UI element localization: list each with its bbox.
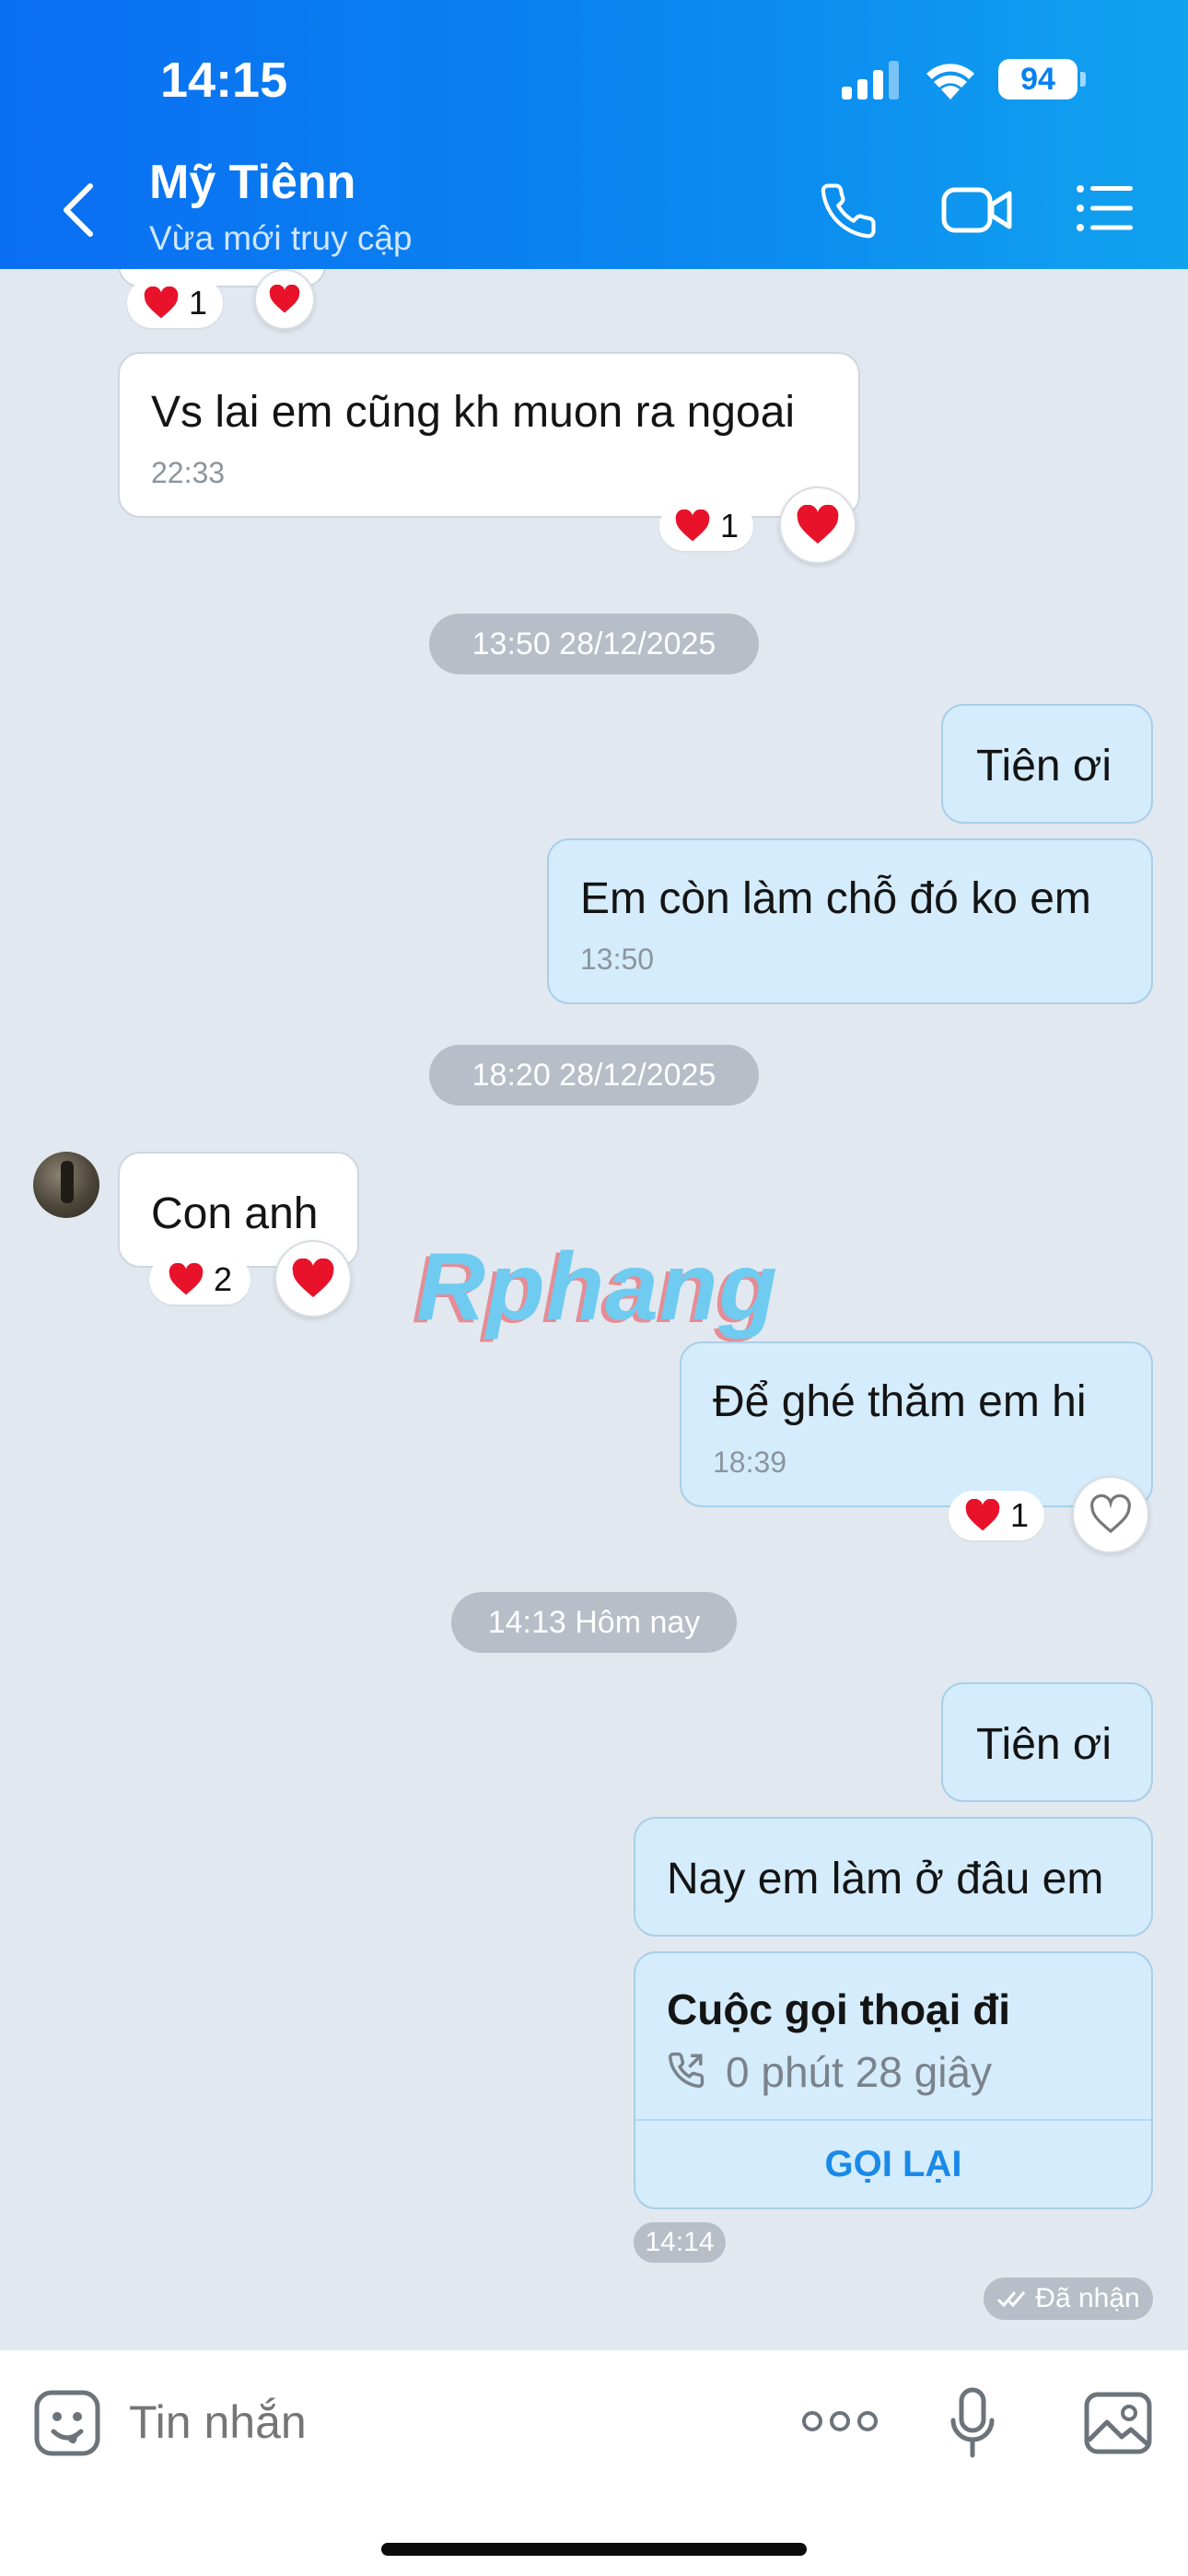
contact-status: Vừa mới truy cập xyxy=(149,219,413,257)
signal-icon xyxy=(842,61,899,100)
microphone-button[interactable] xyxy=(949,2387,996,2459)
date-separator: 13:50 28/12/2025 xyxy=(429,614,759,674)
reaction-summary[interactable]: 1 xyxy=(659,501,753,551)
outgoing-message[interactable]: Để ghé thăm em hi 18:39 xyxy=(680,1341,1153,1507)
call-duration: 0 phút 28 giây xyxy=(726,2048,993,2096)
heart-icon xyxy=(292,1259,334,1297)
message-input[interactable] xyxy=(129,2385,737,2459)
reaction-summary[interactable]: 2 xyxy=(149,1255,250,1305)
battery-cap xyxy=(1080,72,1086,87)
call-card: Cuộc gọi thoại đi 0 phút 28 giây GỌI LẠI xyxy=(634,1951,1153,2209)
outgoing-message[interactable]: Tiên ơi xyxy=(941,704,1153,824)
react-button[interactable] xyxy=(779,486,856,564)
outgoing-message[interactable]: Em còn làm chỗ đó ko em 13:50 xyxy=(547,838,1153,1004)
message-text: Tiên ơi xyxy=(976,742,1112,790)
message-text: Nay em làm ở đâu em xyxy=(667,1855,1104,1903)
outgoing-message[interactable]: Nay em làm ở đâu em xyxy=(634,1817,1153,1937)
reaction-summary[interactable]: 1 xyxy=(949,1491,1044,1540)
date-separator: 14:13 Hôm nay xyxy=(451,1592,737,1653)
message-list[interactable]: 1 Vs lai em cũng kh muon ra ngoai 22:33 … xyxy=(0,269,1188,2350)
reaction-count: 1 xyxy=(719,507,740,544)
wifi-icon xyxy=(926,64,974,100)
chat-header: 14:15 94 Mỹ Tiênn Vừa mới truy cập xyxy=(0,0,1188,269)
back-button[interactable] xyxy=(61,182,98,238)
delivery-status-text: Đã nhận xyxy=(1035,2283,1140,2313)
reaction-count: 1 xyxy=(1009,1496,1030,1534)
react-button[interactable] xyxy=(254,269,315,330)
heart-outline-icon xyxy=(1090,1494,1131,1534)
delivery-status: Đã nhận xyxy=(984,2277,1153,2320)
double-check-icon xyxy=(997,2291,1026,2308)
video-call-button[interactable] xyxy=(941,182,1013,238)
call-button[interactable] xyxy=(818,181,879,241)
call-title: Cuộc gọi thoại đi xyxy=(667,1985,1011,2033)
message-text: Em còn làm chỗ đó ko em xyxy=(580,874,1091,923)
more-options-button[interactable] xyxy=(801,2407,879,2435)
home-indicator xyxy=(381,2543,807,2556)
battery-indicator: 94 xyxy=(998,59,1077,100)
emoji-button[interactable] xyxy=(33,2389,101,2457)
heart-icon xyxy=(144,287,179,319)
contact-name[interactable]: Mỹ Tiênn xyxy=(149,155,355,210)
battery-level: 94 xyxy=(1020,61,1055,97)
message-text: Để ghé thăm em hi xyxy=(713,1377,1087,1426)
message-time: 14:14 xyxy=(634,2222,726,2263)
like-button[interactable] xyxy=(1072,1476,1149,1553)
message-time: 22:33 xyxy=(151,456,226,489)
reaction-count: 2 xyxy=(213,1260,233,1298)
menu-button[interactable] xyxy=(1076,184,1135,232)
message-time: 18:39 xyxy=(713,1446,787,1479)
heart-icon xyxy=(169,1263,204,1295)
call-back-button[interactable]: GỌI LẠI xyxy=(635,2121,1151,2207)
heart-icon xyxy=(965,1499,1000,1531)
date-separator: 18:20 28/12/2025 xyxy=(429,1045,759,1106)
status-time: 14:15 xyxy=(160,53,288,108)
message-text: Vs lai em cũng kh muon ra ngoai xyxy=(151,388,796,437)
message-text: Con anh xyxy=(151,1189,319,1238)
message-text: Tiên ơi xyxy=(976,1720,1112,1769)
heart-icon xyxy=(675,509,710,542)
image-button[interactable] xyxy=(1083,2391,1153,2455)
reaction-summary[interactable]: 1 xyxy=(127,278,223,328)
outgoing-call-icon xyxy=(668,2052,705,2089)
reaction-count: 1 xyxy=(188,284,208,322)
incoming-message[interactable]: Vs lai em cũng kh muon ra ngoai 22:33 xyxy=(118,352,860,518)
react-button[interactable] xyxy=(274,1240,352,1317)
outgoing-message[interactable]: Tiên ơi xyxy=(941,1682,1153,1802)
avatar[interactable] xyxy=(33,1152,99,1218)
watermark: Rphang xyxy=(416,1234,779,1341)
composer-bar xyxy=(0,2350,1188,2576)
heart-icon xyxy=(797,505,839,544)
message-time: 13:50 xyxy=(580,943,655,976)
heart-icon xyxy=(269,285,300,313)
